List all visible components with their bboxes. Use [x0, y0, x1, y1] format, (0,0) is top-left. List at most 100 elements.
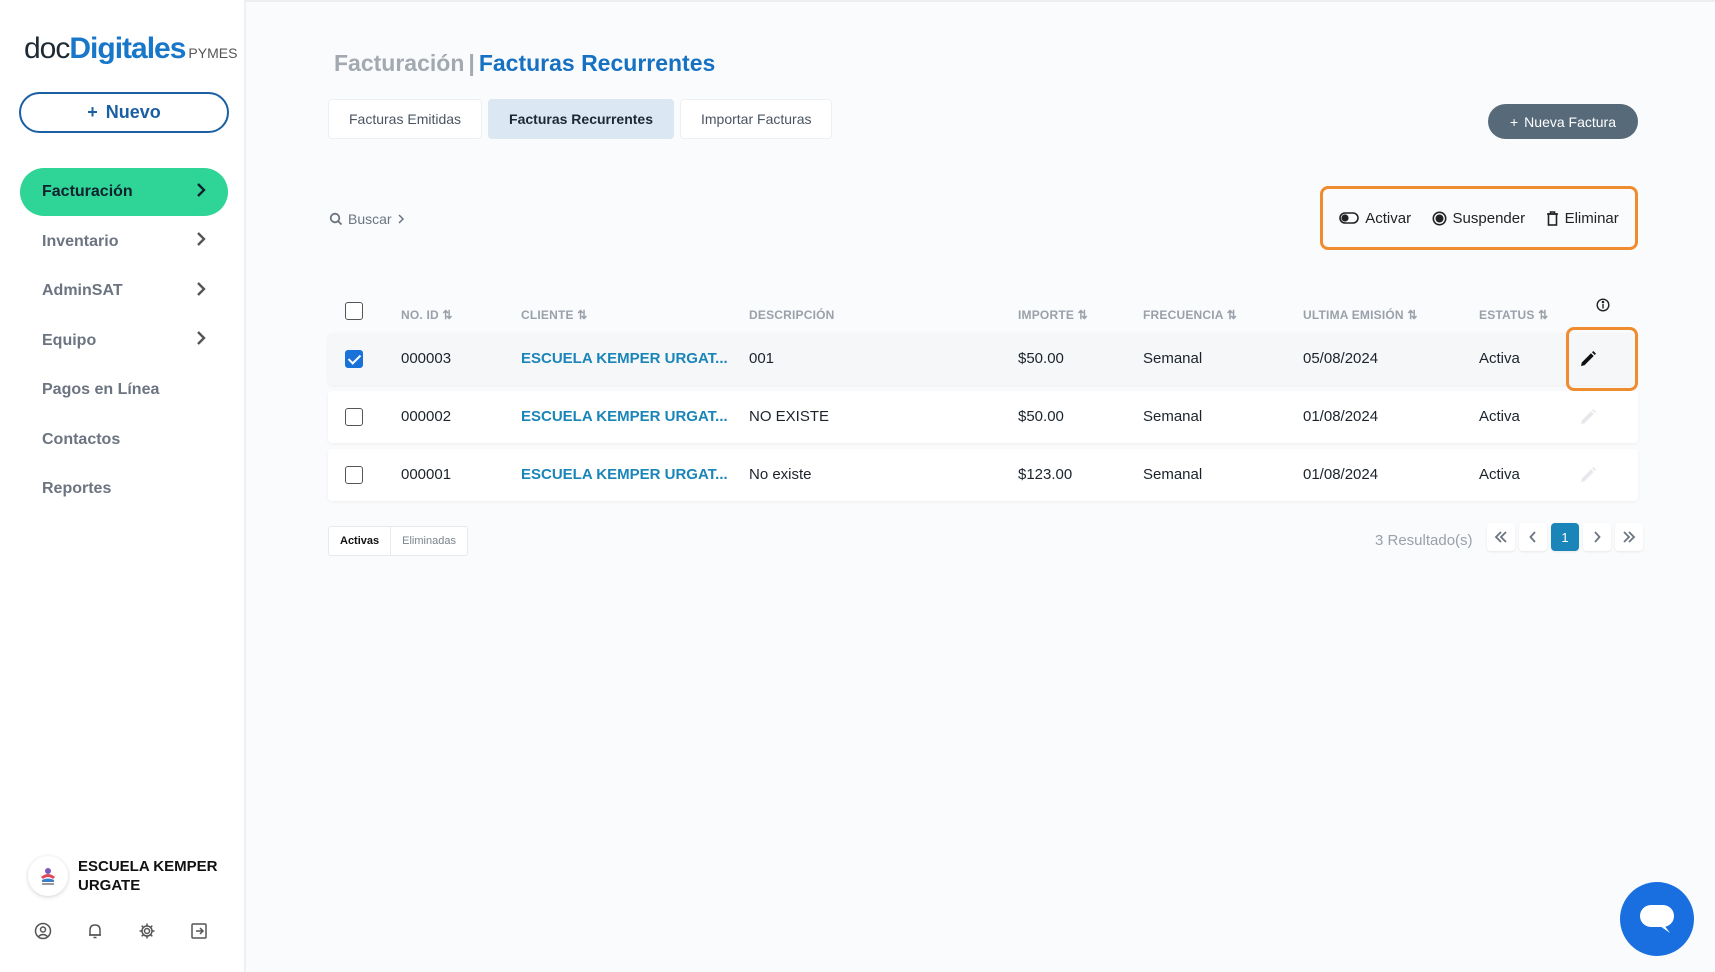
- sidebar: doc Digitales PYMES + Nuevo Facturación In…: [0, 0, 246, 972]
- edit-highlight-frame: [1566, 327, 1638, 391]
- tab-facturas-emitidas[interactable]: Facturas Emitidas: [328, 99, 483, 139]
- column-header-id[interactable]: NO. ID ⇅: [401, 308, 453, 322]
- column-header-importe[interactable]: IMPORTE ⇅: [1018, 308, 1088, 322]
- cell-status: Activa: [1479, 350, 1520, 367]
- sidebar-item-contactos[interactable]: Contactos: [20, 416, 228, 464]
- sidebar-item-label: Facturación: [42, 183, 133, 200]
- tab-facturas-recurrentes[interactable]: Facturas Recurrentes: [488, 99, 674, 139]
- sort-icon: ⇅: [1226, 308, 1238, 322]
- suspend-label: Suspender: [1452, 209, 1526, 227]
- column-header-estatus[interactable]: ESTATUS ⇅: [1479, 308, 1548, 322]
- user-circle-icon[interactable]: [32, 920, 54, 942]
- cell-description: No existe: [749, 466, 812, 483]
- logo-pymes: PYMES: [188, 45, 238, 61]
- next-page-button[interactable]: [1583, 523, 1611, 551]
- cell-id: 000003: [401, 350, 452, 367]
- cell-last-issue: 05/08/2024: [1303, 350, 1379, 367]
- column-header-ultima-emision[interactable]: ULTIMA EMISIÓN ⇅: [1303, 308, 1418, 322]
- first-page-button[interactable]: [1487, 523, 1515, 551]
- plus-icon: +: [1509, 113, 1519, 130]
- tab-bar: Facturas Emitidas Facturas Recurrentes I…: [328, 99, 833, 139]
- sidebar-bottom-icons: [32, 920, 210, 942]
- new-button[interactable]: + Nuevo: [19, 92, 229, 133]
- search-label: Buscar: [348, 211, 392, 227]
- sort-icon: ⇅: [1407, 308, 1418, 322]
- cell-status: Activa: [1479, 408, 1520, 425]
- cell-client-link[interactable]: ESCUELA KEMPER URGAT...: [521, 466, 728, 483]
- breadcrumb-current: Facturas Recurrentes: [478, 50, 716, 76]
- new-button-label: Nuevo: [105, 102, 161, 122]
- chevron-right-icon: [398, 214, 404, 224]
- chat-bubble-icon: [1640, 905, 1674, 933]
- sidebar-item-reportes[interactable]: Reportes: [20, 465, 228, 513]
- bell-icon[interactable]: [84, 920, 106, 942]
- sidebar-item-inventario[interactable]: Inventario: [20, 218, 228, 266]
- filter-eliminadas[interactable]: Eliminadas: [391, 527, 467, 555]
- chat-button[interactable]: [1620, 882, 1694, 956]
- activate-button[interactable]: Activar: [1339, 210, 1411, 227]
- column-header-cliente[interactable]: CLIENTE ⇅: [521, 308, 588, 322]
- row-checkbox[interactable]: [345, 350, 363, 368]
- sort-icon: ⇅: [1077, 308, 1088, 322]
- sidebar-item-adminsat[interactable]: AdminSAT: [20, 267, 228, 315]
- new-invoice-label: Nueva Factura: [1524, 113, 1616, 130]
- cell-id: 000002: [401, 408, 452, 425]
- breadcrumb-separator: |: [468, 50, 475, 76]
- cell-description: 001: [749, 350, 775, 367]
- sidebar-nav: Facturación Inventario AdminSAT Equipo P…: [20, 168, 228, 515]
- column-header-frecuencia[interactable]: FRECUENCIA ⇅: [1143, 308, 1237, 322]
- pencil-icon[interactable]: [1576, 405, 1600, 429]
- prev-page-button[interactable]: [1519, 523, 1547, 551]
- chevron-right-icon: [196, 182, 206, 203]
- row-checkbox[interactable]: [345, 466, 363, 484]
- filter-activas[interactable]: Activas: [329, 527, 392, 555]
- sidebar-item-label: Reportes: [42, 480, 112, 497]
- table-row[interactable]: 000001 ESCUELA KEMPER URGAT... No existe…: [328, 449, 1638, 501]
- logo-digitales: Digitales: [69, 32, 186, 65]
- avatar: [28, 856, 68, 896]
- page-button-current[interactable]: 1: [1551, 523, 1579, 551]
- plus-icon: +: [87, 102, 98, 122]
- logout-icon[interactable]: [188, 920, 210, 942]
- table-row[interactable]: 000002 ESCUELA KEMPER URGAT... NO EXISTE…: [328, 391, 1638, 443]
- cell-last-issue: 01/08/2024: [1303, 466, 1379, 483]
- cell-amount: $123.00: [1018, 466, 1073, 483]
- row-checkbox[interactable]: [345, 408, 363, 426]
- user-profile[interactable]: ESCUELA KEMPER URGATE: [28, 856, 228, 896]
- table-row[interactable]: 000003 ESCUELA KEMPER URGAT... 001 $50.0…: [328, 333, 1638, 385]
- pagination: 1: [1487, 523, 1643, 551]
- delete-button[interactable]: Eliminar: [1546, 210, 1619, 227]
- select-all-checkbox[interactable]: [345, 302, 363, 320]
- cell-amount: $50.00: [1018, 350, 1064, 367]
- main-content: Facturación | Facturas Recurrentes Factura…: [246, 0, 1715, 972]
- cell-status: Activa: [1479, 466, 1520, 483]
- sidebar-item-label: Contactos: [42, 430, 121, 448]
- sort-icon: ⇅: [1538, 308, 1549, 322]
- results-count: 3 Resultado(s): [1375, 532, 1473, 549]
- activate-label: Activar: [1365, 209, 1412, 227]
- suspend-button[interactable]: Suspender: [1432, 209, 1526, 227]
- cell-client-link[interactable]: ESCUELA KEMPER URGAT...: [521, 408, 728, 425]
- gear-icon[interactable]: [136, 920, 158, 942]
- info-icon[interactable]: [1596, 298, 1610, 312]
- search-toggle[interactable]: Buscar: [329, 211, 405, 227]
- cell-client-link[interactable]: ESCUELA KEMPER URGAT...: [521, 350, 728, 367]
- sidebar-item-facturacion[interactable]: Facturación: [20, 168, 228, 216]
- chevron-right-icon: [1594, 531, 1601, 543]
- bulk-actions-toolbar: Activar Suspender Eliminar: [1320, 186, 1638, 250]
- sidebar-item-label: Equipo: [42, 331, 97, 349]
- stop-circle-icon: [1432, 211, 1447, 225]
- brand-logo[interactable]: doc Digitales PYMES: [24, 32, 237, 66]
- tab-importar-facturas[interactable]: Importar Facturas: [680, 99, 833, 139]
- breadcrumb-section[interactable]: Facturación: [334, 50, 464, 76]
- chevron-right-icon: [196, 281, 206, 302]
- double-chevron-left-icon: [1494, 531, 1507, 543]
- new-invoice-button[interactable]: + Nueva Factura: [1488, 104, 1638, 139]
- last-page-button[interactable]: [1615, 523, 1643, 551]
- sidebar-item-pagos-en-linea[interactable]: Pagos en Línea: [20, 366, 228, 414]
- sidebar-item-equipo[interactable]: Equipo: [20, 317, 228, 365]
- sidebar-item-label: Pagos en Línea: [42, 381, 160, 398]
- pencil-icon[interactable]: [1576, 463, 1600, 487]
- sidebar-item-label: AdminSAT: [42, 282, 123, 299]
- cell-description: NO EXISTE: [749, 408, 830, 425]
